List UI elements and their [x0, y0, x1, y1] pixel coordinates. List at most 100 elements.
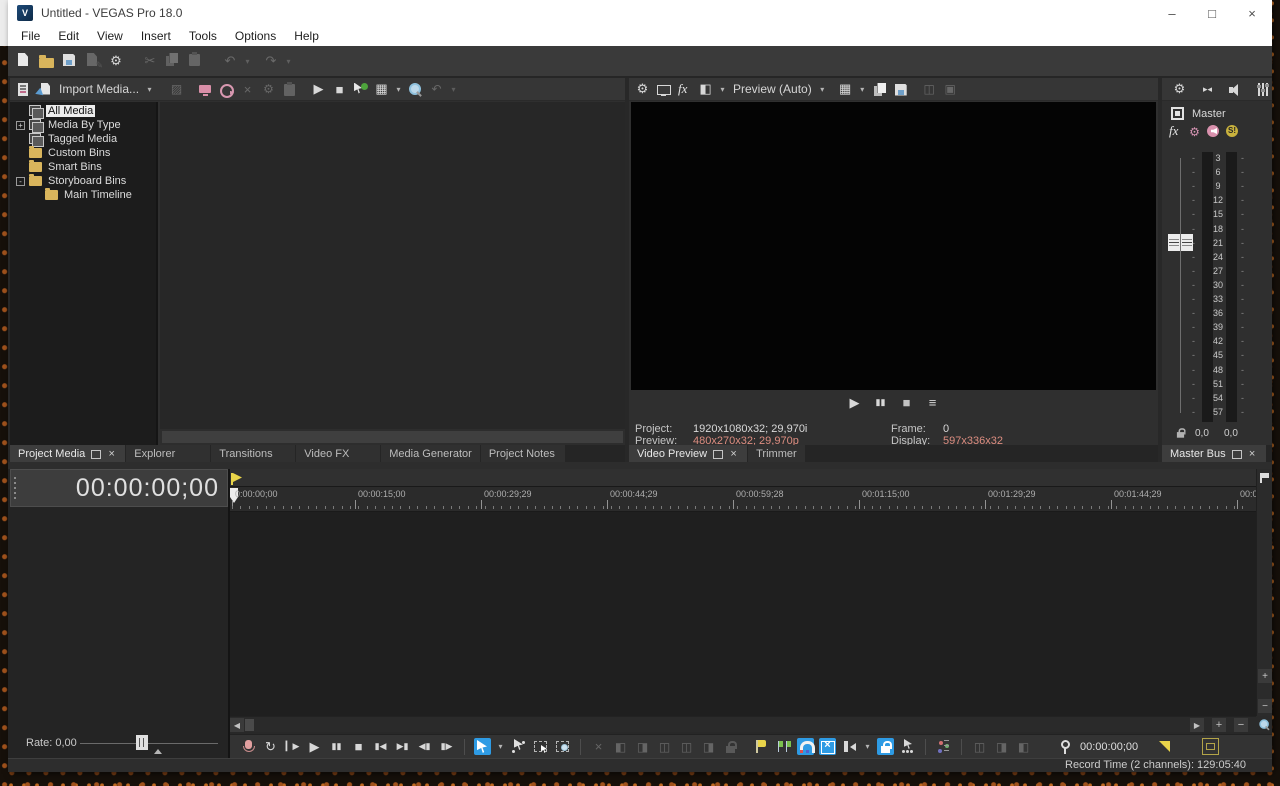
lock-envelopes-button[interactable] [877, 738, 894, 755]
selection-edit-tool-button[interactable] [532, 738, 549, 755]
float-window-icon[interactable] [1231, 448, 1242, 459]
scrollbar-thumb[interactable] [245, 719, 254, 731]
float-window-icon[interactable] [712, 448, 724, 459]
timeline-vscrollbar[interactable]: + − [1256, 469, 1272, 716]
split-screen-view-button[interactable]: ◧ [697, 81, 714, 98]
save-project-button[interactable] [60, 51, 80, 71]
tab-transitions[interactable]: Transitions [211, 445, 296, 462]
enable-snapping-button[interactable] [797, 738, 815, 755]
master-fader-handles[interactable] [1168, 234, 1193, 251]
preview-menu-button[interactable]: ≡ [924, 394, 941, 411]
close-button[interactable]: × [1232, 0, 1272, 26]
tab-trimmer[interactable]: Trimmer [748, 445, 805, 462]
new-project-button[interactable] [14, 51, 34, 71]
downmix-output-button[interactable]: ▸◂ [1199, 81, 1216, 98]
views-button[interactable]: ▦ [373, 81, 390, 98]
rate-slider-handle[interactable] [136, 735, 148, 750]
media-preview-play-button[interactable]: ▶ [310, 81, 327, 98]
tab-video-fx[interactable]: Video FX [296, 445, 381, 462]
loop-playback-button[interactable]: ↻ [262, 738, 279, 755]
play-button[interactable]: ▶ [306, 738, 323, 755]
fader-handle-right[interactable] [1181, 234, 1193, 251]
media-list-area[interactable] [160, 102, 625, 445]
tab-media-generator[interactable]: Media Generator [381, 445, 480, 462]
media-list-hscrollbar[interactable] [160, 429, 625, 445]
cursor-position-icon[interactable] [1056, 738, 1073, 755]
mixing-console-button[interactable] [935, 738, 952, 755]
tree-item-storyboard-bins[interactable]: - Storyboard Bins [10, 174, 156, 188]
master-channel-icon[interactable] [1171, 107, 1184, 120]
menu-file[interactable]: File [12, 26, 49, 46]
scroll-right-button[interactable]: ▶ [1190, 718, 1204, 732]
dim-output-button[interactable] [1227, 81, 1244, 98]
play-from-start-button[interactable]: ▎▶ [284, 738, 301, 755]
next-frame-button[interactable]: ▮▶ [438, 738, 455, 755]
cursor-position-display[interactable]: 00:00:00;00 [1078, 741, 1140, 753]
close-icon[interactable]: × [106, 445, 117, 462]
import-media-icon[interactable] [36, 81, 53, 98]
media-bin-list-icon[interactable] [15, 81, 32, 98]
import-media-dropdown[interactable]: ▾ [145, 81, 154, 98]
zoom-out-time-button[interactable]: − [1234, 718, 1248, 732]
timeline-marker-icon[interactable] [1156, 738, 1173, 755]
minimize-button[interactable]: – [1152, 0, 1192, 26]
tree-item-main-timeline[interactable]: Main Timeline [10, 188, 156, 202]
time-ruler[interactable]: 0:00:00;00 00:00:15;00 00:00:29;29 00:00:44… [230, 487, 1256, 512]
grid-overlay-dropdown[interactable]: ▾ [858, 81, 867, 98]
auto-crossfade-button[interactable] [819, 738, 836, 755]
project-properties-button[interactable]: ⚙ [106, 51, 126, 71]
tab-explorer[interactable]: Explorer [126, 445, 211, 462]
marker-tool-icon[interactable] [1257, 470, 1274, 487]
show-faders-button[interactable] [1255, 81, 1272, 98]
views-dropdown[interactable]: ▾ [394, 81, 403, 98]
master-fx-automation-icon[interactable]: ⚙ [1186, 123, 1203, 140]
extract-audio-button[interactable] [218, 81, 235, 98]
float-window-icon[interactable] [90, 448, 102, 459]
auto-ripple-dropdown[interactable]: ▾ [863, 738, 872, 755]
open-project-button[interactable] [37, 51, 57, 71]
loop-region-icon[interactable] [1202, 738, 1219, 755]
preview-pause-button[interactable]: ▮▮ [872, 394, 889, 411]
marker-bar[interactable] [230, 469, 1256, 487]
media-preview-stop-button[interactable]: ■ [331, 81, 348, 98]
tab-project-media[interactable]: Project Media × [10, 445, 126, 462]
normal-edit-tool-button[interactable] [474, 738, 491, 755]
master-solo-button[interactable] [1224, 123, 1241, 140]
tree-item-smart-bins[interactable]: Smart Bins [10, 160, 156, 174]
video-output-fx-button[interactable] [676, 81, 693, 98]
collapse-icon[interactable]: - [16, 176, 25, 186]
fader-handle-left[interactable] [1168, 234, 1180, 251]
menu-view[interactable]: View [88, 26, 132, 46]
insert-marker-button[interactable] [753, 738, 770, 755]
preview-play-button[interactable]: ▶ [846, 394, 863, 411]
zoom-out-track-button[interactable]: − [1258, 699, 1272, 713]
tree-item-media-by-type[interactable]: + Media By Type [10, 118, 156, 133]
copy-snapshot-button[interactable] [871, 81, 888, 98]
menu-edit[interactable]: Edit [49, 26, 88, 46]
auto-ripple-button[interactable] [841, 738, 858, 755]
track-view[interactable] [230, 512, 1256, 716]
import-media-button[interactable]: Import Media... [57, 82, 141, 96]
auto-preview-button[interactable] [352, 81, 369, 98]
scrollbar-thumb[interactable] [162, 431, 623, 443]
rate-slider-track[interactable] [80, 743, 218, 744]
menu-options[interactable]: Options [226, 26, 285, 46]
tab-video-preview[interactable]: Video Preview × [629, 445, 748, 462]
timeline-hscrollbar[interactable]: ◀ ▶ + − [230, 716, 1256, 732]
fader-track[interactable] [1180, 158, 1181, 413]
video-output-button[interactable] [655, 81, 672, 98]
go-to-end-button[interactable]: ▶▮ [394, 738, 411, 755]
record-button[interactable] [240, 738, 257, 755]
maximize-button[interactable]: □ [1192, 0, 1232, 26]
preview-quality-dropdown[interactable]: ▾ [818, 81, 827, 98]
tree-item-tagged-media[interactable]: Tagged Media [10, 132, 156, 147]
pause-button[interactable]: ▮▮ [328, 738, 345, 755]
save-snapshot-button[interactable] [892, 81, 909, 98]
scroll-left-button[interactable]: ◀ [230, 718, 244, 732]
expand-icon[interactable]: + [16, 120, 25, 130]
tree-item-all-media[interactable]: All Media [10, 104, 156, 119]
capture-video-button[interactable] [197, 81, 214, 98]
master-mute-button[interactable] [1205, 123, 1222, 140]
go-to-start-button[interactable]: ▮◀ [372, 738, 389, 755]
grid-overlay-button[interactable]: ▦ [837, 81, 854, 98]
